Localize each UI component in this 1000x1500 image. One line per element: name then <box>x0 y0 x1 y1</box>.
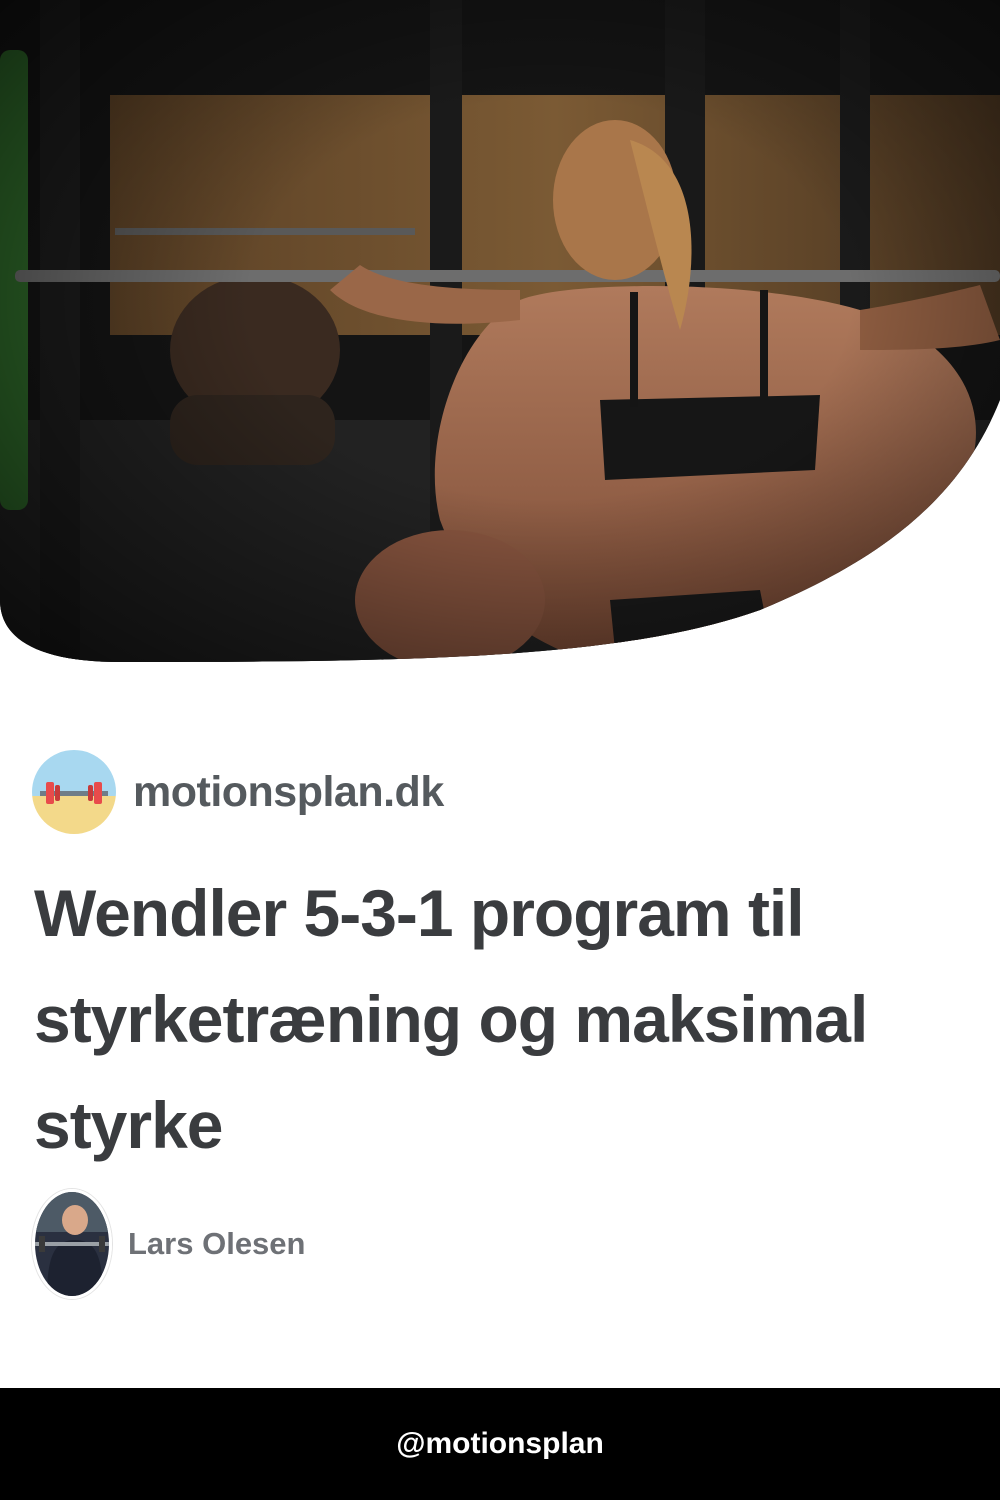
brand-row[interactable]: motionsplan.dk <box>32 750 444 834</box>
social-handle[interactable]: @motionsplan <box>396 1427 604 1461</box>
author-name[interactable]: Lars Olesen <box>128 1226 305 1262</box>
author-photo-icon <box>32 1189 112 1299</box>
barbell-icon <box>32 750 116 834</box>
author-row[interactable]: Lars Olesen <box>32 1189 305 1299</box>
article-title[interactable]: Wendler 5-3-1 program til styrketræning … <box>34 860 934 1178</box>
hero-image <box>0 0 1000 665</box>
brand-name[interactable]: motionsplan.dk <box>133 768 444 817</box>
footer-bar: @motionsplan <box>0 1388 1000 1500</box>
